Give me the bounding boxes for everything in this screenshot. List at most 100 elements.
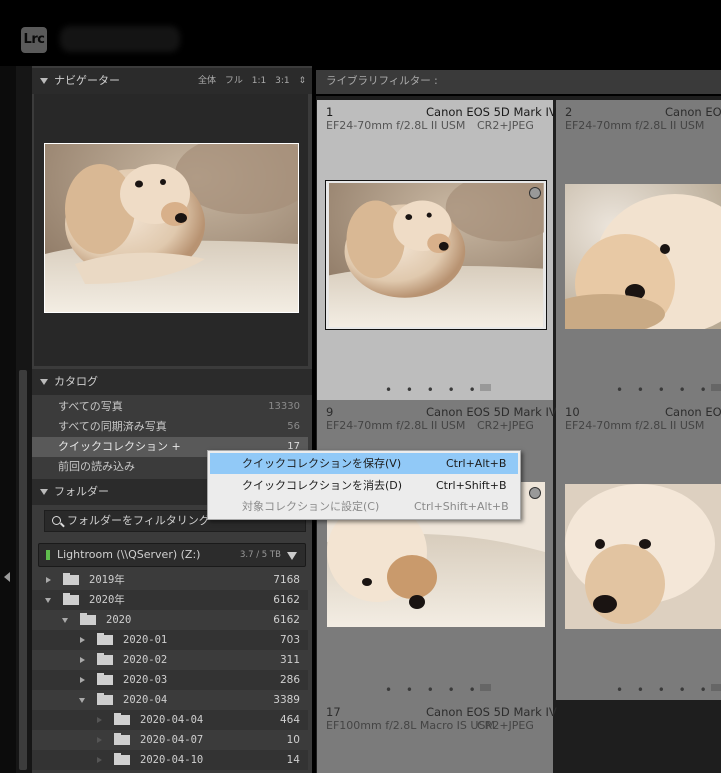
- folder-row[interactable]: 2020 6162: [32, 610, 308, 630]
- collapse-arrow-icon[interactable]: [62, 618, 68, 623]
- thumbnail[interactable]: [545, 184, 721, 334]
- collapse-triangle-icon[interactable]: [40, 489, 48, 495]
- folder-count: 10: [286, 734, 300, 746]
- volume-bar[interactable]: Lightroom (\\QServer) (Z:) 3.7 / 5 TB: [38, 543, 306, 567]
- expand-arrow-icon[interactable]: [80, 637, 85, 643]
- folder-icon: [97, 673, 113, 685]
- badge-icon: [711, 384, 721, 391]
- cell-lens: EF100mm f/2.8L Macro IS USM: [326, 719, 495, 732]
- catalog-item-label: 前回の読み込み: [58, 460, 135, 473]
- selection-circle-icon[interactable]: [529, 187, 541, 199]
- catalog-header[interactable]: カタログ: [32, 369, 312, 395]
- grid-cell-selected[interactable]: 1 Canon EOS 5D Mark IV EF24-70mm f/2.8L …: [317, 100, 557, 400]
- menu-item-label: クイックコレクションを消去(D): [242, 479, 403, 492]
- folder-icon: [97, 633, 113, 645]
- menu-item-set-target-collection: 対象コレクションに設定(C) Ctrl+Shift+Alt+B: [210, 496, 518, 517]
- dog-photo-10: [565, 484, 721, 629]
- rating-dots[interactable]: • • • • •: [616, 683, 712, 697]
- cell-lens: EF24-70mm f/2.8L II USM: [326, 419, 466, 432]
- collapse-triangle-icon[interactable]: [40, 379, 48, 385]
- folder-label: 2020年: [89, 594, 125, 606]
- badge-icon: [480, 384, 491, 391]
- cell-lens: EF24-70mm f/2.8L II USM: [565, 119, 705, 132]
- folder-row[interactable]: 2019年 7168: [32, 570, 308, 590]
- cell-number: 1: [326, 105, 334, 119]
- cell-camera: Canon EOS 5D Mark IV: [426, 405, 557, 419]
- catalog-item-count: 13330: [268, 401, 300, 412]
- scrollbar-thumb[interactable]: [19, 370, 27, 770]
- folder-count: 14: [286, 754, 300, 766]
- folder-count: 703: [279, 634, 300, 646]
- catalog-item-count: 56: [287, 421, 300, 432]
- expand-arrow-icon[interactable]: [80, 657, 85, 663]
- folder-count: 6162: [273, 594, 300, 606]
- volume-name: Lightroom (\\QServer) (Z:): [57, 548, 201, 561]
- zoom-fit[interactable]: 全体: [198, 76, 216, 86]
- zoom-fill[interactable]: フル: [225, 76, 243, 86]
- zoom-3-1[interactable]: 3:1: [275, 76, 289, 86]
- folder-row[interactable]: 2020-04 3389: [32, 690, 308, 710]
- thumbnail[interactable]: [565, 484, 721, 629]
- folder-count: 286: [279, 674, 300, 686]
- menu-item-save-quick-collection[interactable]: クイックコレクションを保存(V) Ctrl+Alt+B: [210, 453, 518, 474]
- expand-arrow-icon[interactable]: [80, 677, 85, 683]
- collapse-left-arrow-icon[interactable]: [4, 572, 10, 582]
- menu-item-clear-quick-collection[interactable]: クイックコレクションを消去(D) Ctrl+Shift+B: [210, 475, 518, 496]
- badge-icon: [480, 684, 491, 691]
- cell-camera: Canon EOS 5D Mark IV: [426, 705, 557, 719]
- folder-row[interactable]: 2020-02 311: [32, 650, 308, 670]
- cell-camera: Canon EOS: [665, 105, 721, 119]
- collapse-arrow-icon[interactable]: [45, 598, 51, 603]
- folders-title: フォルダー: [54, 485, 109, 498]
- folder-filter-placeholder: フォルダーをフィルタリング: [67, 514, 210, 527]
- folder-row[interactable]: 2020-04-10 14: [32, 750, 308, 770]
- navigator-header[interactable]: ナビゲーター 全体 フル 1:1 3:1 ⇕: [32, 68, 312, 94]
- menu-item-shortcut: Ctrl+Shift+B: [436, 479, 507, 492]
- badge-icon: [711, 684, 721, 691]
- grid-cell[interactable]: 9 Canon EOS 5D Mark IV EF24-70mm f/2.8L …: [317, 400, 557, 700]
- catalog-item-label: クイックコレクション +: [58, 440, 181, 453]
- rating-dots[interactable]: • • • • •: [385, 383, 481, 397]
- library-filter-label: ライブラリフィルター :: [326, 75, 438, 87]
- collapse-triangle-icon[interactable]: [40, 78, 48, 84]
- folder-row[interactable]: 2020-04-04 464: [32, 710, 308, 730]
- folder-row[interactable]: 2020年 6162: [32, 590, 308, 610]
- folder-row[interactable]: 2020-04-07 10: [32, 730, 308, 750]
- cell-number: 2: [565, 105, 573, 119]
- library-filter-bar[interactable]: ライブラリフィルター :: [316, 70, 721, 94]
- folder-icon: [97, 653, 113, 665]
- catalog-item-all-photos[interactable]: すべての写真 13330: [32, 397, 308, 417]
- collapse-arrow-icon[interactable]: [79, 698, 85, 703]
- volume-status-led: [46, 550, 50, 560]
- cell-format: CR2+JPEG: [477, 719, 534, 732]
- selection-circle-icon[interactable]: [529, 487, 541, 499]
- rating-dots[interactable]: • • • • •: [616, 383, 712, 397]
- folder-icon: [114, 713, 130, 725]
- expand-arrow-icon[interactable]: [46, 577, 51, 583]
- folder-label: 2020-03: [123, 674, 168, 686]
- thumbnail[interactable]: [325, 180, 547, 330]
- cell-lens: EF24-70mm f/2.8L II USM: [565, 419, 705, 432]
- grid-cell[interactable]: 2 Canon EOS EF24-70mm f/2.8L II USM • • …: [545, 100, 721, 400]
- zoom-1-1[interactable]: 1:1: [252, 76, 266, 86]
- catalog-item-synced-photos[interactable]: すべての同期済み写真 56: [32, 417, 308, 437]
- expand-arrow-icon: [97, 737, 102, 743]
- navigator-preview-image[interactable]: [44, 134, 315, 313]
- navigator-zoom-options[interactable]: 全体 フル 1:1 3:1 ⇕: [198, 68, 306, 94]
- grid-cell[interactable]: 10 Canon EOS EF24-70mm f/2.8L II USM • •…: [556, 400, 721, 700]
- volume-dropdown-icon[interactable]: [287, 552, 297, 560]
- menu-item-shortcut: Ctrl+Alt+B: [446, 457, 507, 470]
- menu-item-shortcut: Ctrl+Shift+Alt+B: [414, 500, 509, 513]
- folder-icon: [97, 693, 113, 705]
- folder-label: 2020: [106, 614, 132, 626]
- dog-photo-navigator: [45, 134, 315, 312]
- folder-icon: [80, 613, 96, 625]
- folder-row[interactable]: 2020-01 703: [32, 630, 308, 650]
- folder-label: 2020-04-10: [140, 754, 204, 766]
- rating-dots[interactable]: • • • • •: [385, 683, 481, 697]
- up-down-arrow-icon[interactable]: ⇕: [298, 76, 306, 86]
- grid-cell[interactable]: 17 Canon EOS 5D Mark IV EF100mm f/2.8L M…: [317, 700, 557, 773]
- folder-icon: [63, 593, 79, 605]
- expand-arrow-icon: [97, 757, 102, 763]
- folder-row[interactable]: 2020-03 286: [32, 670, 308, 690]
